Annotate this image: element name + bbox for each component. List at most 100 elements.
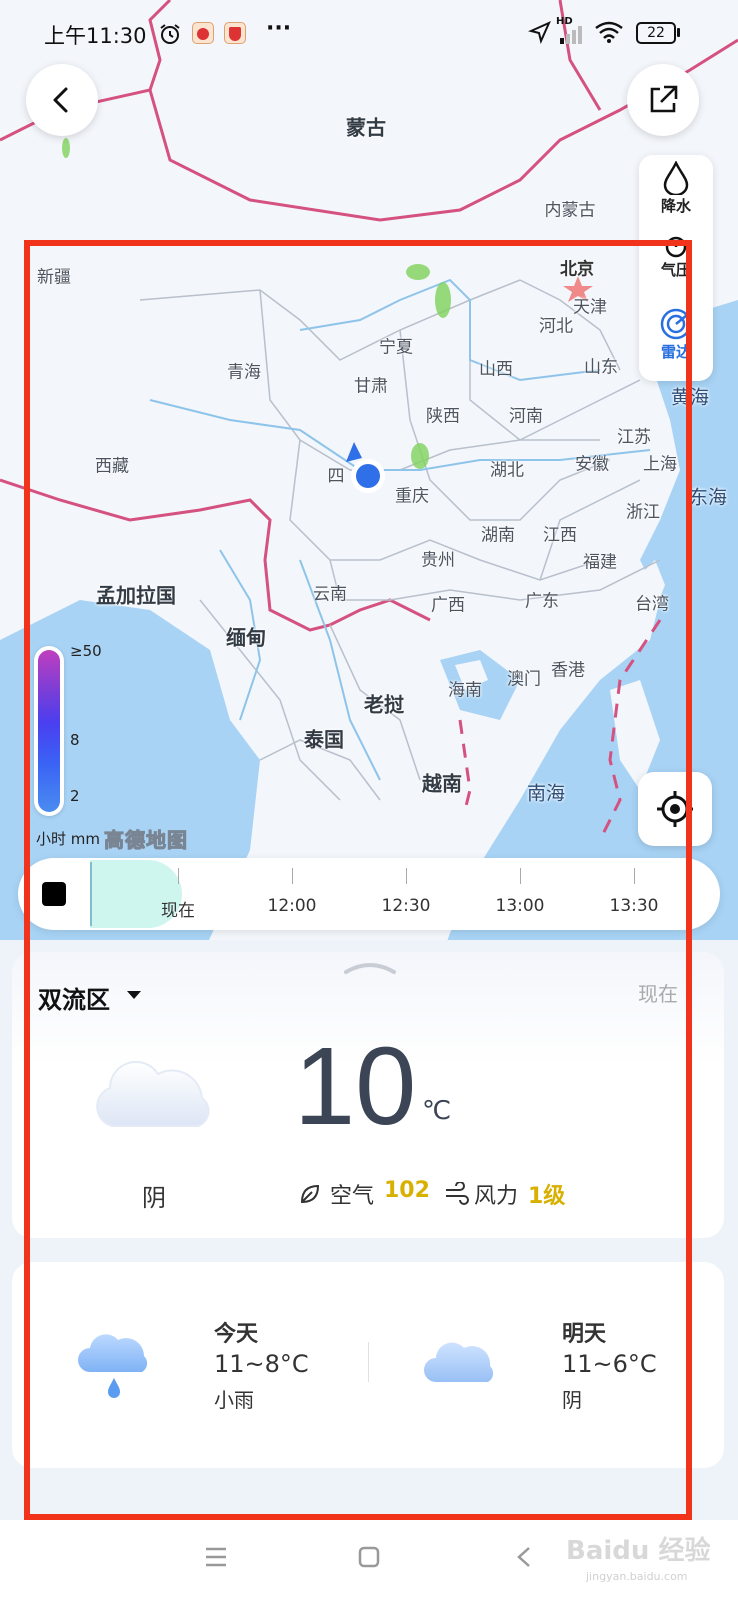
- recenter-button[interactable]: [638, 772, 712, 846]
- map-label: 江西: [543, 525, 577, 546]
- map-label: 内蒙古: [544, 200, 596, 221]
- location-arrow-icon: [528, 21, 551, 44]
- status-time: 上午11:30: [44, 24, 147, 48]
- wind-value: 1级: [528, 1184, 566, 1209]
- back-button[interactable]: [26, 64, 98, 136]
- map-label: 山西: [479, 359, 513, 380]
- divider: [368, 1342, 369, 1382]
- timeline-tick: [634, 868, 635, 884]
- legend-unit: 小时 mm: [36, 830, 100, 848]
- layer-radar[interactable]: 雷达: [639, 307, 713, 362]
- map-label: 河南: [509, 406, 543, 427]
- watermark: Baidu 经验: [566, 1536, 711, 1566]
- crosshair-icon: [657, 791, 693, 827]
- back-nav-icon[interactable]: [516, 1546, 532, 1568]
- forecast-condition: 阴: [562, 1388, 582, 1412]
- share-icon: [650, 85, 678, 113]
- alarm-icon: [160, 24, 180, 44]
- map-label: 天津: [573, 297, 607, 318]
- forecast-range: 11~8°C: [214, 1350, 309, 1378]
- map-label: 湖北: [490, 460, 524, 481]
- watermark-url: jingyan.baidu.com: [586, 1570, 688, 1583]
- map-label: 黄海: [670, 386, 710, 409]
- location-name[interactable]: 双流区: [38, 980, 110, 1015]
- timeline-tick: [178, 868, 179, 884]
- battery-cap: [677, 28, 680, 37]
- map-label: 浙江: [626, 502, 660, 523]
- timeline-now: 现在: [161, 901, 195, 921]
- map-label: 山东: [584, 357, 618, 378]
- layer-precip-label: 降水: [660, 197, 691, 215]
- gauge-icon: [665, 236, 687, 258]
- leaf-icon: [300, 1184, 320, 1204]
- cloud-icon: [96, 1060, 210, 1127]
- map-label: 蒙古: [346, 115, 386, 140]
- timeline-time: 12:30: [381, 896, 431, 916]
- water-drop-icon: [663, 161, 689, 195]
- weather-map[interactable]: 蒙古 孟加拉国 缅甸 老挝 泰国 越南 黄海 东海 南海 新疆 内蒙古 北京 天…: [0, 0, 738, 960]
- map-label: 湖南: [481, 525, 515, 546]
- home-icon[interactable]: [358, 1546, 380, 1568]
- more-notifications: ···: [266, 16, 292, 41]
- layer-pressure[interactable]: 气压: [639, 235, 713, 280]
- layer-precip[interactable]: 降水: [639, 161, 713, 216]
- wifi-icon: [595, 21, 623, 43]
- precip-legend: [34, 646, 64, 816]
- map-label: 台湾: [635, 594, 669, 615]
- chevron-left-icon: [53, 87, 68, 113]
- map-label: 南海: [526, 782, 566, 805]
- update-time: 现在: [638, 982, 678, 1006]
- timeline-time: 13:00: [495, 896, 545, 916]
- share-button[interactable]: [627, 64, 699, 136]
- current-weather-card: 双流区 现在 10 ℃ 阴 空气 102 风力 1级: [12, 952, 724, 1238]
- map-label: 青海: [227, 362, 261, 383]
- legend-min: 2: [70, 787, 80, 805]
- map-label: 云南: [313, 584, 347, 605]
- map-label: 河北: [539, 316, 573, 337]
- current-location-icon[interactable]: [340, 440, 388, 496]
- map-label: 江苏: [617, 427, 651, 448]
- map-label: 香港: [551, 660, 585, 681]
- map-label: 广西: [431, 595, 465, 616]
- temperature: 10: [294, 1025, 417, 1148]
- map-label: 北京: [560, 259, 594, 280]
- rain-cloud-icon: [78, 1334, 148, 1398]
- timeline-tick: [406, 868, 407, 884]
- wind-icon: [446, 1182, 469, 1205]
- layer-pressure-label: 气压: [660, 261, 691, 279]
- shield-notification-icon: [224, 22, 246, 44]
- forecast-timeline[interactable]: 现在 12:00 12:30 13:00 13:30: [18, 858, 720, 930]
- map-label: 海南: [448, 680, 482, 701]
- map-label: 宁夏: [379, 337, 413, 358]
- map-label: 越南: [422, 771, 462, 796]
- map-label: 贵州: [421, 550, 455, 571]
- timeline-cursor[interactable]: [90, 862, 92, 926]
- wind-label: 风力: [474, 1184, 519, 1209]
- timeline-time: 12:00: [267, 896, 317, 916]
- aqi-value: 102: [384, 1178, 430, 1203]
- forecast-card: 今天 11~8°C 小雨 明天 11~6°C 阴: [12, 1262, 724, 1468]
- map-label: 甘肃: [354, 376, 388, 397]
- map-brand-logo: 高德地图: [104, 828, 188, 853]
- condition: 阴: [142, 1184, 166, 1212]
- signal-icon: [560, 26, 582, 44]
- sheet-handle-icon[interactable]: [342, 960, 398, 976]
- forecast-condition: 小雨: [214, 1388, 254, 1412]
- map-label: 孟加拉国: [96, 583, 176, 608]
- map-label: 老挝: [364, 692, 404, 717]
- cloud-icon: [424, 1342, 494, 1382]
- menu-icon[interactable]: [204, 1546, 228, 1568]
- timeline-tick: [520, 868, 521, 884]
- system-nav-bar: Baidu 经验 jingyan.baidu.com: [0, 1520, 738, 1600]
- map-label: 上海: [643, 454, 677, 475]
- timeline-time: 13:30: [609, 896, 659, 916]
- map-label: 广东: [525, 591, 559, 612]
- map-label: 福建: [583, 552, 617, 573]
- forecast-tomorrow[interactable]: 明天 11~6°C 阴: [372, 1262, 724, 1468]
- map-label: 新疆: [37, 267, 71, 288]
- caret-down-icon[interactable]: [126, 990, 142, 1000]
- play-pause-button[interactable]: [42, 882, 66, 906]
- app-notification-icon: [192, 22, 214, 44]
- map-layer-panel: 降水 气压 雷达: [639, 155, 713, 381]
- forecast-today[interactable]: 今天 11~8°C 小雨: [12, 1262, 362, 1468]
